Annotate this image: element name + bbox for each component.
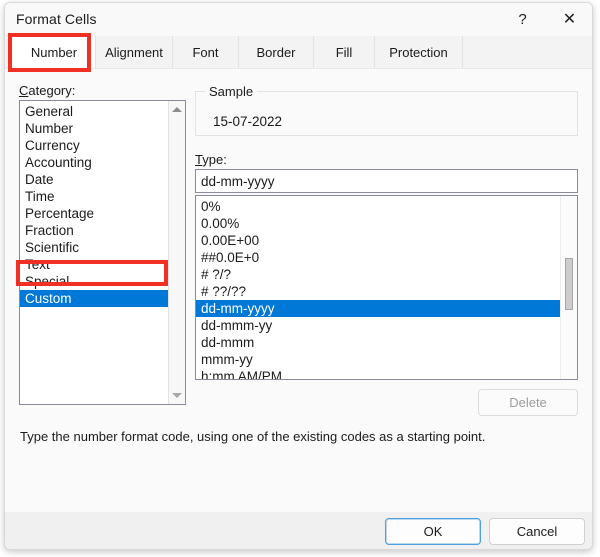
list-item[interactable]: 0.00E+00 [196,232,560,249]
close-x-icon[interactable]: ✕ [547,3,592,35]
tab-alignment[interactable]: Alignment [96,36,173,68]
tab-font[interactable]: Font [173,36,239,68]
type-listbox[interactable]: 0% 0.00% 0.00E+00 ##0.0E+0 # ?/? # ??/??… [195,195,578,380]
list-item[interactable]: General [20,103,168,120]
tab-number[interactable]: Number [13,36,96,68]
category-label-accent: C [19,83,29,98]
category-list-items: General Number Currency Accounting Date … [20,101,168,307]
number-tab-panel: Category: General Number Currency Accoun… [5,68,592,512]
scroll-up-arrow-icon[interactable] [169,101,185,118]
list-item[interactable]: Accounting [20,154,168,171]
sample-legend: Sample [205,84,258,99]
list-item[interactable]: h:mm AM/PM [196,368,560,379]
tab-fill[interactable]: Fill [314,36,375,68]
sample-value: 15-07-2022 [213,114,283,129]
list-item-selected[interactable]: Custom [20,290,168,307]
list-item[interactable]: ##0.0E+0 [196,249,560,266]
dialog-title: Format Cells [16,11,97,27]
list-item[interactable]: Text [20,256,168,273]
delete-button[interactable]: Delete [478,389,578,416]
list-item[interactable]: Date [20,171,168,188]
ok-button[interactable]: OK [385,518,481,545]
list-item[interactable]: mmm-yy [196,351,560,368]
list-item[interactable]: dd-mmm [196,334,560,351]
list-item[interactable]: Currency [20,137,168,154]
list-item-selected[interactable]: dd-mm-yyyy [196,300,560,317]
help-question-mark-icon[interactable]: ? [500,3,545,35]
list-item[interactable]: Number [20,120,168,137]
tab-strip: Number Alignment Font Border Fill Protec… [5,36,592,68]
list-item[interactable]: Scientific [20,239,168,256]
type-scrollbar-thumb[interactable] [565,258,573,310]
list-item[interactable]: Special [20,273,168,290]
list-item[interactable]: Fraction [20,222,168,239]
list-item[interactable]: # ??/?? [196,283,560,300]
cancel-button[interactable]: Cancel [489,518,585,545]
category-listbox[interactable]: General Number Currency Accounting Date … [19,100,186,405]
list-item[interactable]: dd-mmm-yy [196,317,560,334]
category-label-rest: ategory: [28,83,76,98]
list-item[interactable]: 0% [196,198,560,215]
type-label: Type: [195,152,227,167]
list-item[interactable]: 0.00% [196,215,560,232]
title-bar: Format Cells ? ✕ [5,3,592,36]
tab-protection[interactable]: Protection [375,36,463,68]
list-item[interactable]: Percentage [20,205,168,222]
dialog-footer: OK Cancel [5,512,592,549]
tab-border[interactable]: Border [239,36,314,68]
list-item[interactable]: # ?/? [196,266,560,283]
type-scrollbar[interactable] [560,196,577,379]
category-label: Category: [19,83,75,98]
hint-text: Type the number format code, using one o… [20,429,486,444]
scroll-down-arrow-icon[interactable] [169,387,185,404]
format-cells-dialog: Format Cells ? ✕ Number Alignment Font B… [4,2,593,550]
type-label-rest: ype: [202,152,227,167]
sample-groupbox: Sample 15-07-2022 [195,84,578,136]
category-scrollbar[interactable] [168,101,185,404]
type-list-items: 0% 0.00% 0.00E+00 ##0.0E+0 # ?/? # ??/??… [196,196,560,379]
type-input[interactable] [195,169,578,193]
list-item[interactable]: Time [20,188,168,205]
